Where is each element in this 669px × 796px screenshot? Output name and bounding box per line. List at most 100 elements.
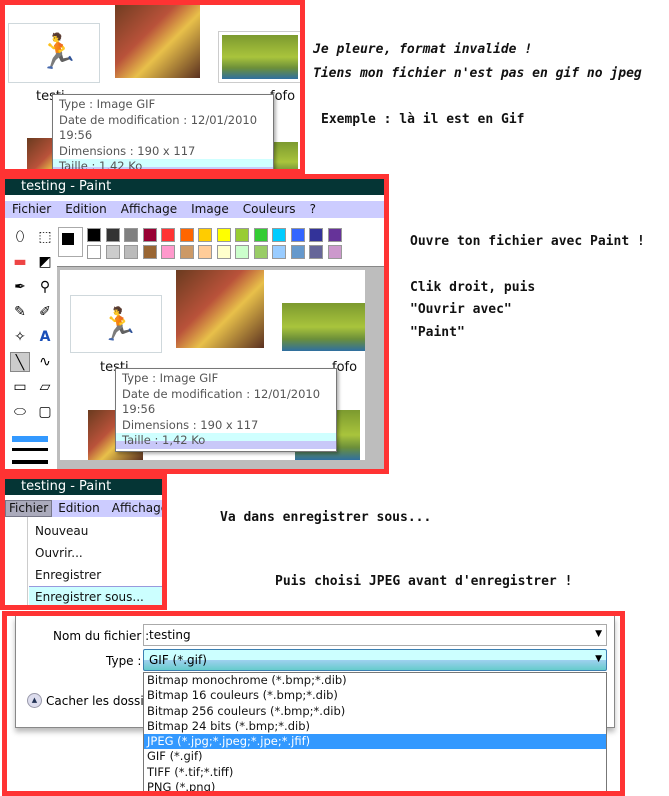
palette-color-swatch[interactable]: [327, 228, 342, 242]
text-icon[interactable]: A: [35, 327, 55, 347]
menu-edition[interactable]: Edition: [58, 201, 114, 218]
tooltip-dimensions: Dimensions : 190 x 117: [59, 143, 196, 158]
palette-color-swatch[interactable]: [105, 228, 120, 242]
ellipse-icon[interactable]: ⬭: [10, 402, 30, 422]
hide-folders-button[interactable]: ▲ Cacher les dossier: [27, 693, 156, 708]
line-icon[interactable]: ╲: [10, 352, 30, 372]
current-colors[interactable]: [58, 227, 83, 257]
menu-fichier[interactable]: Fichier: [5, 500, 53, 517]
tooltip-date: Date de modification : 12/01/2010 19:56: [59, 112, 258, 143]
palette-color-swatch[interactable]: [290, 245, 305, 259]
rectangle-icon[interactable]: ▭: [10, 377, 30, 397]
palette-color-swatch[interactable]: [124, 228, 138, 242]
chevron-down-icon[interactable]: ▼: [595, 629, 602, 639]
palette-color-swatch[interactable]: [290, 228, 305, 242]
paint-title-bar: testing - Paint: [5, 479, 162, 495]
type-option[interactable]: TIFF (*.tif;*.tiff): [144, 765, 606, 780]
color-palette: [87, 228, 347, 262]
menu-affichage[interactable]: Affichage: [106, 500, 162, 517]
type-option[interactable]: Bitmap monochrome (*.bmp;*.dib): [144, 673, 606, 688]
menu-item-nouveau[interactable]: Nouveau: [35, 524, 88, 538]
palette-color-swatch[interactable]: [253, 245, 268, 259]
paint-menu-bar: Fichier Edition Affichage: [5, 500, 162, 517]
type-option[interactable]: GIF (*.gif): [144, 749, 606, 764]
palette-color-swatch[interactable]: [161, 228, 175, 242]
palette-color-swatch[interactable]: [198, 245, 212, 259]
rect-select-icon[interactable]: ⬚: [35, 227, 55, 247]
type-option[interactable]: Bitmap 256 couleurs (*.bmp;*.dib): [144, 704, 606, 719]
type-select[interactable]: GIF (*.gif) ▼: [143, 649, 607, 671]
palette-color-swatch[interactable]: [198, 228, 212, 242]
line-width-selector[interactable]: [9, 433, 51, 469]
palette-color-swatch[interactable]: [309, 245, 323, 259]
note-8: Va dans enregistrer sous...: [220, 510, 432, 525]
chevron-down-icon[interactable]: ▼: [595, 654, 602, 664]
palette-color-swatch[interactable]: [235, 228, 249, 242]
polygon-icon[interactable]: ▱: [35, 377, 55, 397]
thumbnail-image-2[interactable]: [115, 5, 200, 78]
file-menu-panel: testing - Paint Fichier Edition Affichag…: [0, 474, 167, 610]
menu-edition[interactable]: Edition: [52, 500, 106, 517]
brush-icon[interactable]: ✐: [35, 302, 55, 322]
menu-item-enregistrer-sous[interactable]: Enregistrer sous...: [29, 586, 162, 605]
note-7: "Paint": [410, 325, 465, 340]
menu-item-enregistrer[interactable]: Enregistrer: [35, 568, 101, 582]
free-select-icon[interactable]: ⬯: [10, 227, 30, 247]
menu-fichier[interactable]: Fichier: [5, 201, 58, 218]
menu-item-ouvrir[interactable]: Ouvrir...: [35, 546, 83, 560]
palette-color-swatch[interactable]: [235, 245, 249, 259]
palette-color-swatch[interactable]: [87, 228, 101, 242]
palette-color-swatch[interactable]: [179, 228, 194, 242]
palette-color-swatch[interactable]: [327, 245, 342, 259]
fill-bucket-icon[interactable]: ◩: [35, 252, 55, 272]
palette-color-swatch[interactable]: [105, 245, 120, 259]
canvas-area[interactable]: 🏃 testi fofo Type : Image GIF Date de mo…: [57, 266, 384, 469]
type-value: GIF (*.gif): [149, 653, 207, 667]
type-option[interactable]: Bitmap 24 bits (*.bmp;*.dib): [144, 719, 606, 734]
menu-affichage[interactable]: Affichage: [114, 201, 184, 218]
palette-color-swatch[interactable]: [87, 245, 101, 259]
tooltip-date: Date de modification : 12/01/2010 19:56: [122, 386, 321, 417]
curve-icon[interactable]: ∿: [35, 352, 55, 372]
type-option[interactable]: Bitmap 16 couleurs (*.bmp;*.dib): [144, 688, 606, 703]
chevron-up-icon: ▲: [27, 693, 42, 708]
pencil-icon[interactable]: ✎: [10, 302, 30, 322]
menu-image[interactable]: Image: [184, 201, 236, 218]
filename-input[interactable]: testing ▼: [143, 624, 607, 646]
stick-figure-icon: 🏃: [37, 32, 80, 72]
eraser-icon[interactable]: ▬: [10, 252, 30, 272]
paint-panel: testing - Paint Fichier Edition Affichage I…: [0, 174, 389, 474]
type-label: Type :: [106, 654, 142, 668]
thumbnail-image-3[interactable]: [218, 31, 300, 83]
color-picker-icon[interactable]: ✒: [10, 277, 30, 297]
canvas-image[interactable]: 🏃 testi fofo Type : Image GIF Date de mo…: [60, 270, 365, 460]
palette-color-swatch[interactable]: [142, 228, 157, 242]
type-option[interactable]: JPEG (*.jpg;*.jpeg;*.jpe;*.jfif): [144, 734, 606, 750]
type-dropdown-list: Bitmap monochrome (*.bmp;*.dib) Bitmap 16…: [143, 672, 607, 791]
thumbnail-image-3: [282, 303, 365, 351]
palette-color-swatch[interactable]: [272, 228, 286, 242]
thumbnail-testing[interactable]: 🏃: [8, 23, 100, 83]
palette-color-swatch[interactable]: [253, 228, 268, 242]
palette-color-swatch[interactable]: [179, 245, 194, 259]
menu-couleurs[interactable]: Couleurs: [236, 201, 303, 218]
paint-title-bar: testing - Paint: [5, 179, 384, 195]
menu-[interactable]: ?: [303, 201, 323, 218]
note-9: Puis choisi JPEG avant d'enregistrer !: [275, 574, 573, 589]
palette-color-swatch[interactable]: [124, 245, 138, 259]
palette-color-swatch[interactable]: [216, 228, 231, 242]
paint-menu-bar: Fichier Edition Affichage Image Couleurs?: [5, 201, 384, 218]
save-dialog-panel: Nom du fichier : testing ▼ Type : GIF (*…: [2, 611, 625, 796]
rounded-rect-icon[interactable]: ▢: [35, 402, 55, 422]
palette-color-swatch[interactable]: [216, 245, 231, 259]
palette-color-swatch[interactable]: [142, 245, 157, 259]
palette-color-swatch[interactable]: [309, 228, 323, 242]
stick-figure-icon: 🏃: [99, 305, 139, 343]
airbrush-icon[interactable]: ✧: [10, 327, 30, 347]
note-5: Clik droit, puis: [410, 280, 536, 295]
magnifier-icon[interactable]: ⚲: [35, 277, 55, 297]
note-4: Ouvre ton fichier avec Paint !: [410, 234, 645, 249]
palette-color-swatch[interactable]: [272, 245, 286, 259]
palette-color-swatch[interactable]: [161, 245, 175, 259]
type-option[interactable]: PNG (*.png): [144, 780, 606, 791]
